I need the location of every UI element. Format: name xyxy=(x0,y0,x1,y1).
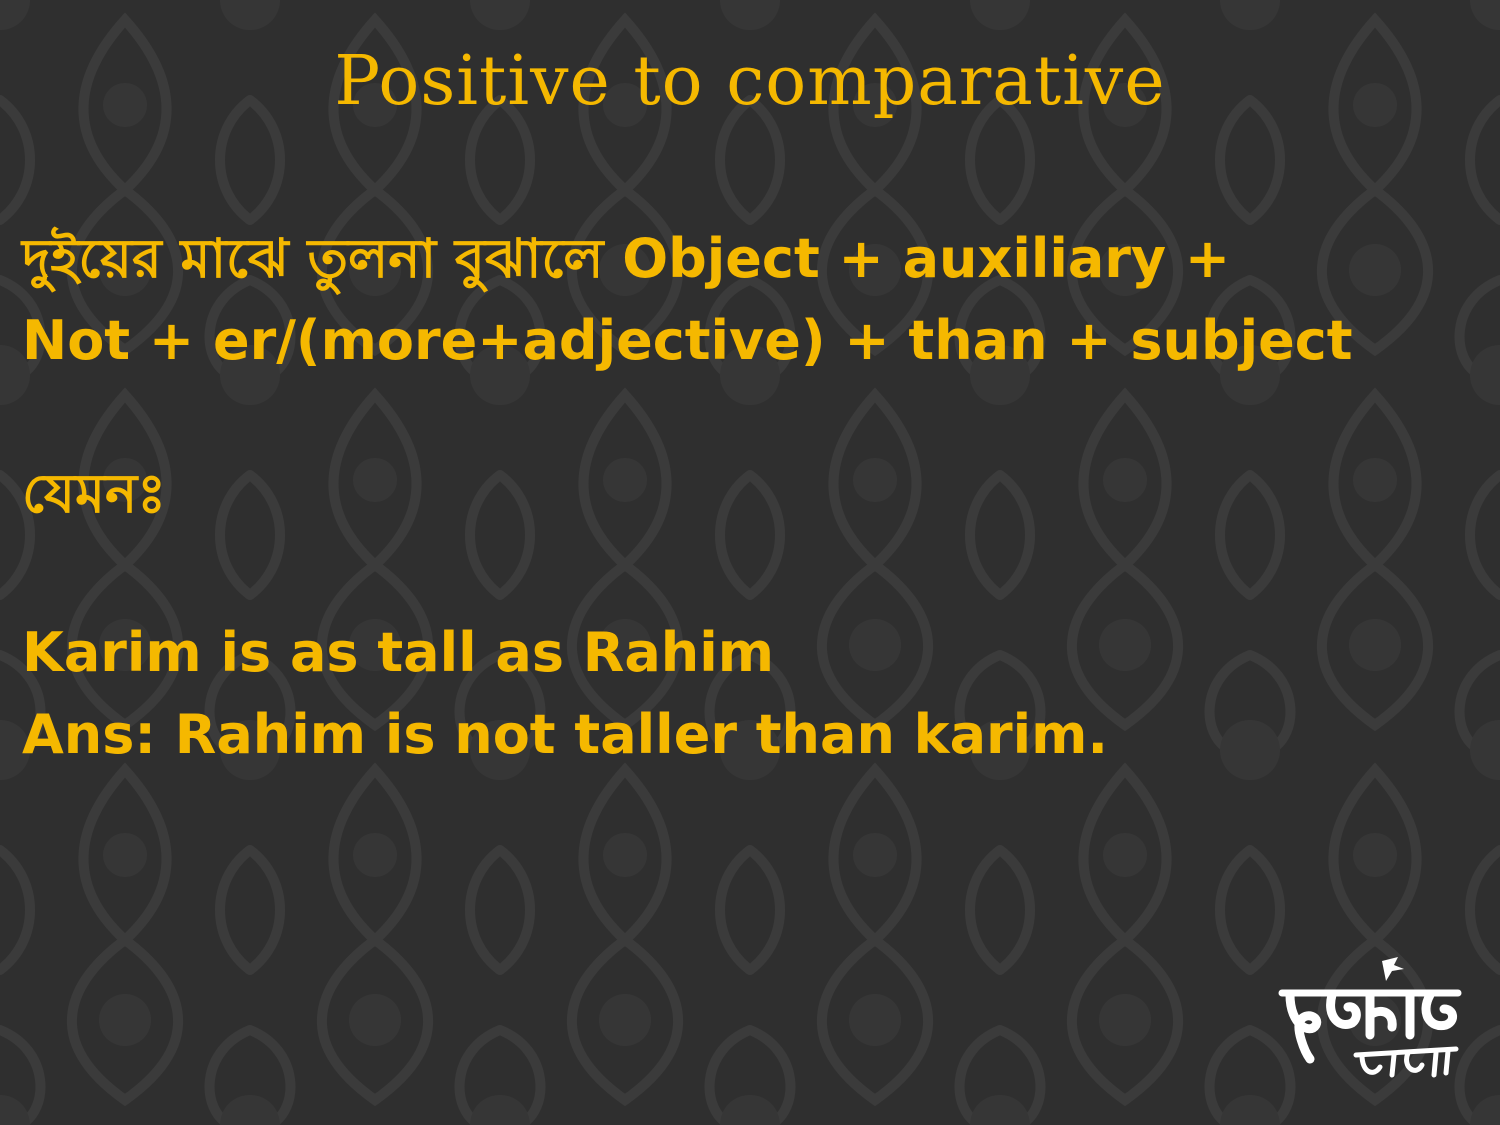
rule-text: দুইয়ের মাঝে তুলনা বুঝালে Object + auxil… xyxy=(22,218,1492,382)
durnibar-pathshala-logo xyxy=(1278,957,1462,1078)
example-label: যেমনঃ xyxy=(22,462,167,525)
slide-title: Positive to comparative xyxy=(334,42,1166,121)
example-block: Karim is as tall as Rahim Ans: Rahim is … xyxy=(22,612,1108,776)
rule-line-2: Not + er/(more+adjective) + than + subje… xyxy=(22,309,1353,372)
rule-line-1: দুইয়ের মাঝে তুলনা বুঝালে Object + auxil… xyxy=(22,227,1231,290)
example-answer: Ans: Rahim is not taller than karim. xyxy=(22,703,1108,766)
logo-bird-icon xyxy=(1382,957,1404,981)
example-question: Karim is as tall as Rahim xyxy=(22,621,775,684)
